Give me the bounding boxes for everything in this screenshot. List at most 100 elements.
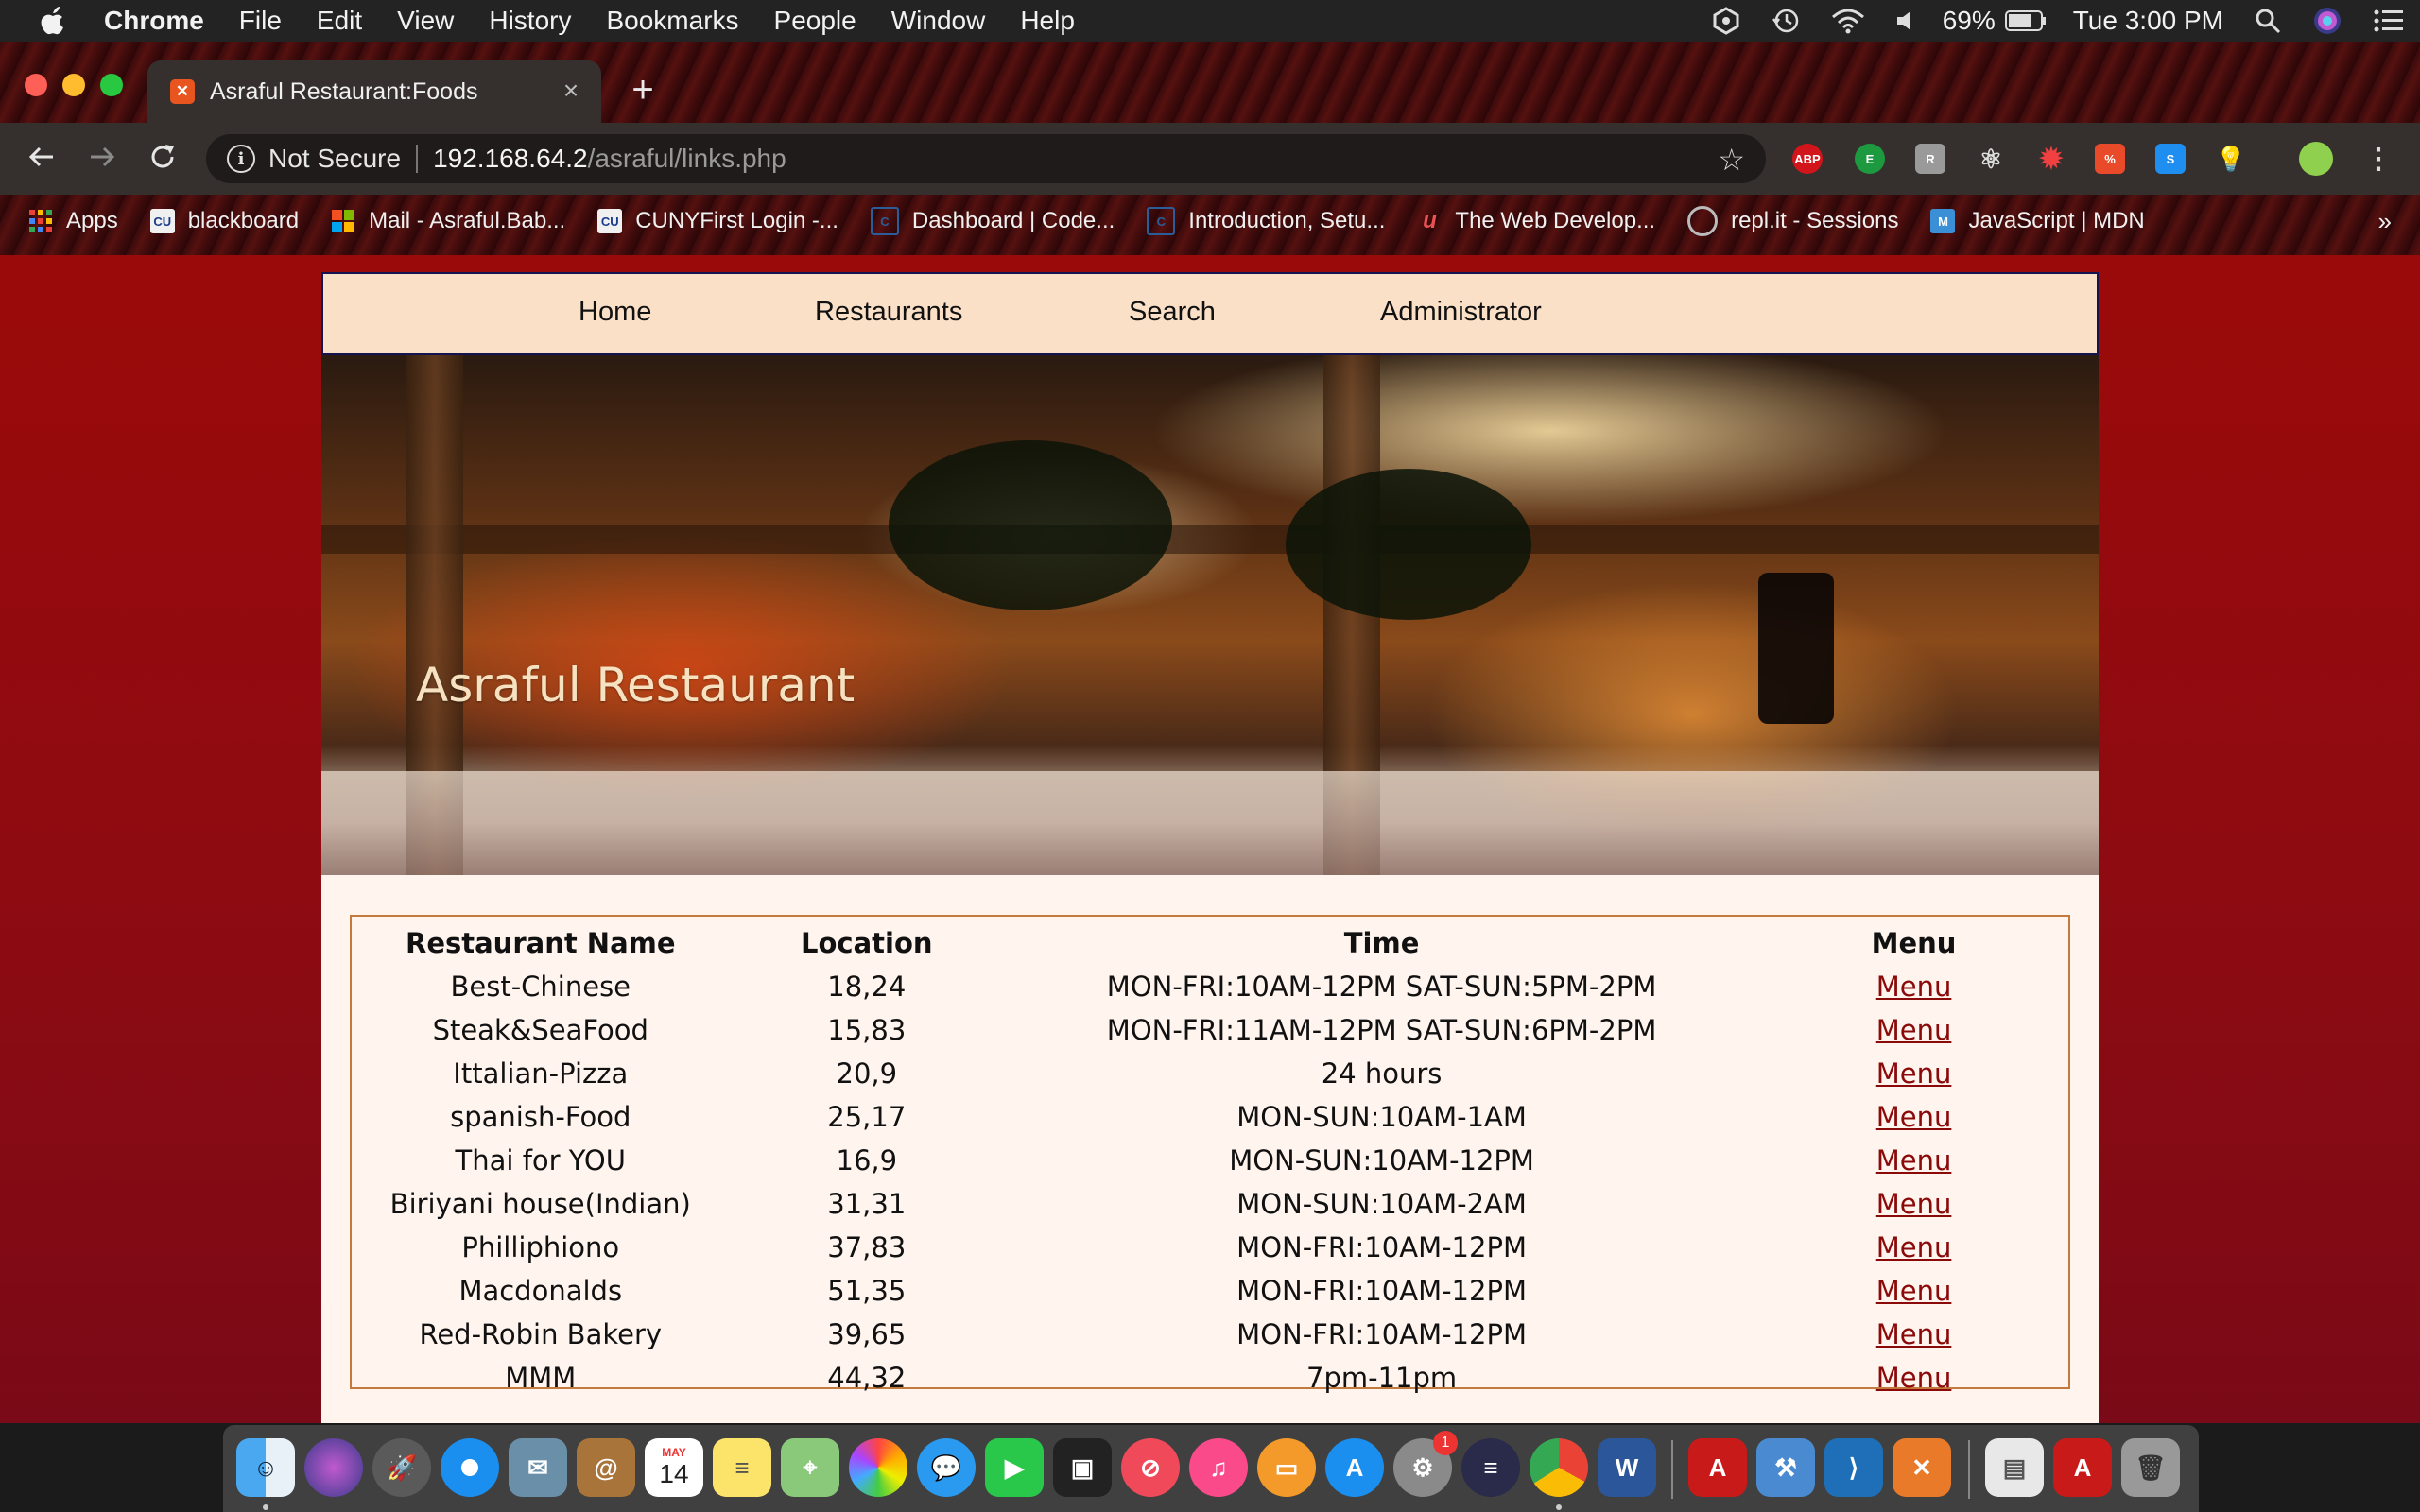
bookmark-dashboard[interactable]: C Dashboard | Code... (870, 207, 1115, 235)
chrome-icon[interactable] (1530, 1438, 1588, 1497)
menu-app-name[interactable]: Chrome (104, 6, 204, 36)
nav-home-link[interactable]: Home (579, 297, 651, 328)
menu-link[interactable]: Menu (1876, 1057, 1952, 1090)
facetime-icon[interactable]: ▶ (985, 1438, 1044, 1497)
xcode-icon[interactable]: ⚒ (1756, 1438, 1815, 1497)
document-icon[interactable]: ▤ (1985, 1438, 2044, 1497)
pdf-file-icon[interactable]: A (2053, 1438, 2112, 1497)
address-bar[interactable]: i Not Secure 192.168.64.2/asraful/links.… (206, 134, 1766, 183)
menu-link[interactable]: Menu (1876, 1014, 1952, 1046)
security-label[interactable]: Not Secure (268, 144, 401, 174)
menu-link[interactable]: Menu (1876, 971, 1952, 1003)
menu-view[interactable]: View (397, 6, 454, 36)
siri-app-icon[interactable] (304, 1438, 363, 1497)
info-icon[interactable]: i (227, 145, 255, 173)
battery-icon[interactable] (2004, 9, 2047, 32)
evernote-extension-icon[interactable]: E (1855, 144, 1885, 174)
zoom-window-button[interactable] (100, 74, 123, 96)
new-tab-button[interactable]: + (624, 71, 662, 110)
bug-extension-icon[interactable]: ✹ (2036, 144, 2066, 175)
photo-booth-icon[interactable]: ▣ (1053, 1438, 1112, 1497)
bookmark-blackboard[interactable]: CU blackboard (149, 208, 299, 234)
restaurant-time: MON-FRI:11AM-12PM SAT-SUN:6PM-2PM (1106, 1014, 1657, 1046)
news-icon[interactable]: ⊘ (1121, 1438, 1180, 1497)
profile-avatar-icon[interactable] (2299, 142, 2333, 176)
music-icon[interactable]: ♫ (1189, 1438, 1248, 1497)
menu-file[interactable]: File (239, 6, 282, 36)
notes-icon[interactable]: ≡ (713, 1438, 771, 1497)
menu-history[interactable]: History (489, 6, 571, 36)
restaurant-time: MON-SUN:10AM-1AM (1236, 1101, 1527, 1133)
bookmark-replit[interactable]: repl.it - Sessions (1687, 206, 1898, 236)
spotlight-search-icon[interactable] (2254, 7, 2282, 35)
time-machine-icon[interactable] (1771, 6, 1801, 36)
launchpad-icon[interactable]: 🚀 (372, 1438, 431, 1497)
menu-edit[interactable]: Edit (317, 6, 362, 36)
codecademy-icon: C (1147, 207, 1176, 235)
menu-link[interactable]: Menu (1876, 1144, 1952, 1177)
bookmark-introduction[interactable]: C Introduction, Setu... (1147, 207, 1385, 235)
lightbulb-extension-icon[interactable]: 💡 (2216, 144, 2246, 174)
hexagon-status-icon[interactable] (1712, 7, 1740, 35)
volume-icon[interactable] (1895, 9, 1916, 33)
chrome-menu-icon[interactable]: ⋮ (2363, 144, 2394, 175)
react-devtools-icon[interactable]: ⚛ (1976, 144, 2006, 174)
safari-icon[interactable] (441, 1438, 499, 1497)
calendar-month: MAY (662, 1446, 686, 1459)
apple-icon[interactable] (36, 4, 70, 38)
menu-link[interactable]: Menu (1876, 1362, 1952, 1394)
menu-link[interactable]: Menu (1876, 1231, 1952, 1263)
udemy-icon: u (1423, 208, 1437, 233)
acrobat-icon[interactable]: A (1688, 1438, 1747, 1497)
menu-link[interactable]: Menu (1876, 1318, 1952, 1350)
restaurant-location: 18,24 (827, 971, 907, 1003)
bookmark-cunyfirst[interactable]: CU CUNYFirst Login -... (597, 208, 838, 234)
photos-icon[interactable] (849, 1438, 908, 1497)
wifi-icon[interactable] (1831, 8, 1865, 34)
reload-icon[interactable] (146, 142, 180, 176)
bookmark-web-developer[interactable]: u The Web Develop... (1417, 208, 1655, 234)
menubar-clock[interactable]: Tue 3:00 PM (2073, 6, 2223, 36)
maps-icon[interactable]: ⌖ (781, 1438, 839, 1497)
close-window-button[interactable] (25, 74, 47, 96)
finder-icon[interactable]: ☺ (236, 1438, 295, 1497)
adblock-extension-icon[interactable]: ABP (1792, 144, 1823, 174)
menu-link[interactable]: Menu (1876, 1101, 1952, 1133)
forward-arrow-icon[interactable] (85, 142, 119, 176)
menu-help[interactable]: Help (1020, 6, 1075, 36)
nav-search-link[interactable]: Search (1129, 297, 1216, 328)
notification-center-icon[interactable] (2373, 8, 2405, 34)
bookmark-mdn[interactable]: M JavaScript | MDN (1930, 208, 2145, 234)
bookmarks-overflow-icon[interactable]: » (2378, 207, 2392, 236)
extension-r-icon[interactable]: R (1915, 144, 1945, 174)
xampp-icon[interactable]: ✕ (1893, 1438, 1951, 1497)
bookmark-star-icon[interactable]: ☆ (1718, 142, 1745, 178)
menu-link[interactable]: Menu (1876, 1275, 1952, 1307)
trash-icon[interactable]: 🗑 (2121, 1438, 2180, 1497)
calendar-icon[interactable]: MAY 14 (645, 1438, 703, 1497)
s-extension-icon[interactable]: S (2155, 144, 2186, 174)
menu-people[interactable]: People (774, 6, 856, 36)
vscode-icon[interactable]: ⟩ (1824, 1438, 1883, 1497)
mail-app-icon[interactable]: ✉ (509, 1438, 567, 1497)
siri-icon[interactable] (2312, 6, 2342, 36)
menu-link[interactable]: Menu (1876, 1188, 1952, 1220)
browser-tab[interactable]: ✕ Asraful Restaurant:Foods × (147, 60, 601, 123)
messages-icon[interactable]: 💬 (917, 1438, 976, 1497)
todo-extension-icon[interactable]: % (2095, 144, 2125, 174)
menu-bookmarks[interactable]: Bookmarks (606, 6, 738, 36)
close-tab-icon[interactable]: × (558, 77, 584, 104)
word-icon[interactable]: W (1598, 1438, 1656, 1497)
eclipse-icon[interactable]: ≡ (1461, 1438, 1520, 1497)
hero-banner-image: Asraful Restaurant (321, 355, 2099, 875)
contacts-icon[interactable]: @ (577, 1438, 635, 1497)
nav-administrator-link[interactable]: Administrator (1380, 297, 1542, 328)
books-icon[interactable]: ▭ (1257, 1438, 1316, 1497)
app-store-icon[interactable]: A (1325, 1438, 1384, 1497)
menu-window[interactable]: Window (891, 6, 986, 36)
back-arrow-icon[interactable] (25, 142, 59, 176)
bookmark-mail[interactable]: Mail - Asraful.Bab... (331, 208, 565, 234)
bookmark-apps[interactable]: Apps (28, 208, 118, 234)
minimize-window-button[interactable] (62, 74, 85, 96)
nav-restaurants-link[interactable]: Restaurants (815, 297, 962, 328)
